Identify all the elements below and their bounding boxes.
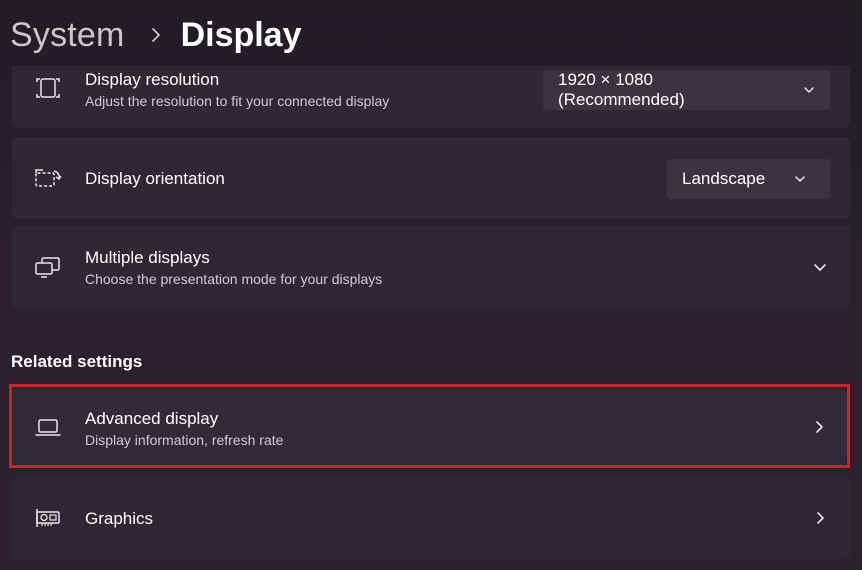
multiple-displays-subtitle: Choose the presentation mode for your di… [85,271,383,287]
laptop-icon [34,413,62,441]
display-resolution-title: Display resolution [85,70,220,89]
screen-rotate-icon [34,164,62,192]
chevron-right-icon [147,26,165,44]
page-title: Display [180,15,302,54]
advanced-display-subtitle: Display information, refresh rate [85,432,284,448]
breadcrumb-system[interactable]: System [10,16,125,55]
multiple-displays-card[interactable]: Multiple displays Choose the presentatio… [12,226,850,308]
chevron-right-icon [812,510,828,526]
chevron-down-icon[interactable] [812,259,828,275]
display-resolution-card: Display resolution Adjust the resolution… [12,66,850,128]
display-orientation-title: Display orientation [85,169,225,188]
chevron-down-icon [802,83,816,97]
breadcrumb: System Display [10,8,302,62]
chevron-down-icon [793,172,807,186]
display-resolution-subtitle: Adjust the resolution to fit your connec… [85,93,390,109]
graphics-card[interactable]: Graphics [12,477,850,559]
multiple-displays-icon [34,253,62,281]
advanced-display-card[interactable]: Advanced display Display information, re… [12,388,847,465]
orientation-dropdown[interactable]: Landscape [667,159,830,199]
advanced-display-title: Advanced display [85,409,219,428]
display-orientation-card: Display orientation Landscape [12,137,850,219]
chevron-right-icon [811,419,827,435]
graphics-title: Graphics [85,509,154,528]
multiple-displays-title: Multiple displays [85,248,210,267]
graphics-card-icon [34,504,62,532]
orientation-value: Landscape [682,169,766,188]
resolution-value: 1920 × 1080 (Recommended) [558,70,685,109]
resolution-dropdown[interactable]: 1920 × 1080 (Recommended) [543,70,830,110]
screen-resolution-icon [34,74,62,102]
related-settings-heading: Related settings [11,352,143,371]
